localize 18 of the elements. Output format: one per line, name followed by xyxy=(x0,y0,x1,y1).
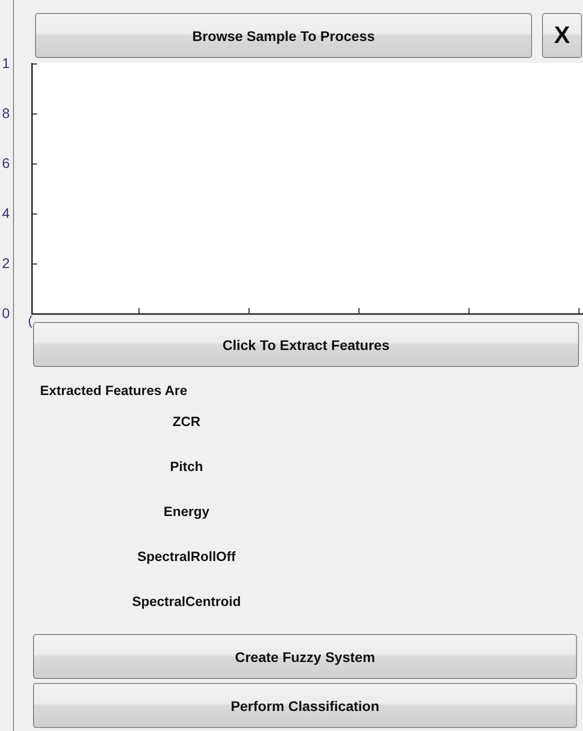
close-button[interactable]: X xyxy=(542,13,582,58)
browse-button[interactable]: Browse Sample To Process xyxy=(35,13,532,58)
y-tick-label: 0 xyxy=(2,305,10,321)
y-tick-label: 8 xyxy=(2,105,10,121)
x-tick-label: ( xyxy=(28,313,32,328)
y-tick-label: 4 xyxy=(2,205,10,221)
feature-label: Energy xyxy=(162,504,210,521)
y-tick-label: 6 xyxy=(2,155,10,171)
extract-button[interactable]: Click To Extract Features xyxy=(33,322,579,367)
action-button[interactable]: Create Fuzzy System xyxy=(33,634,577,679)
y-tick-label: 2 xyxy=(2,255,10,271)
feature-label: SpectralRollOff xyxy=(136,549,237,566)
action-button[interactable]: Perform Classification xyxy=(33,683,577,728)
features-heading: Extracted Features Are xyxy=(40,383,188,398)
feature-label: Pitch xyxy=(168,459,204,476)
feature-label: SpectralCentroid xyxy=(131,594,242,611)
y-tick-label: 1 xyxy=(2,55,10,71)
feature-label: ZCR xyxy=(172,414,202,431)
